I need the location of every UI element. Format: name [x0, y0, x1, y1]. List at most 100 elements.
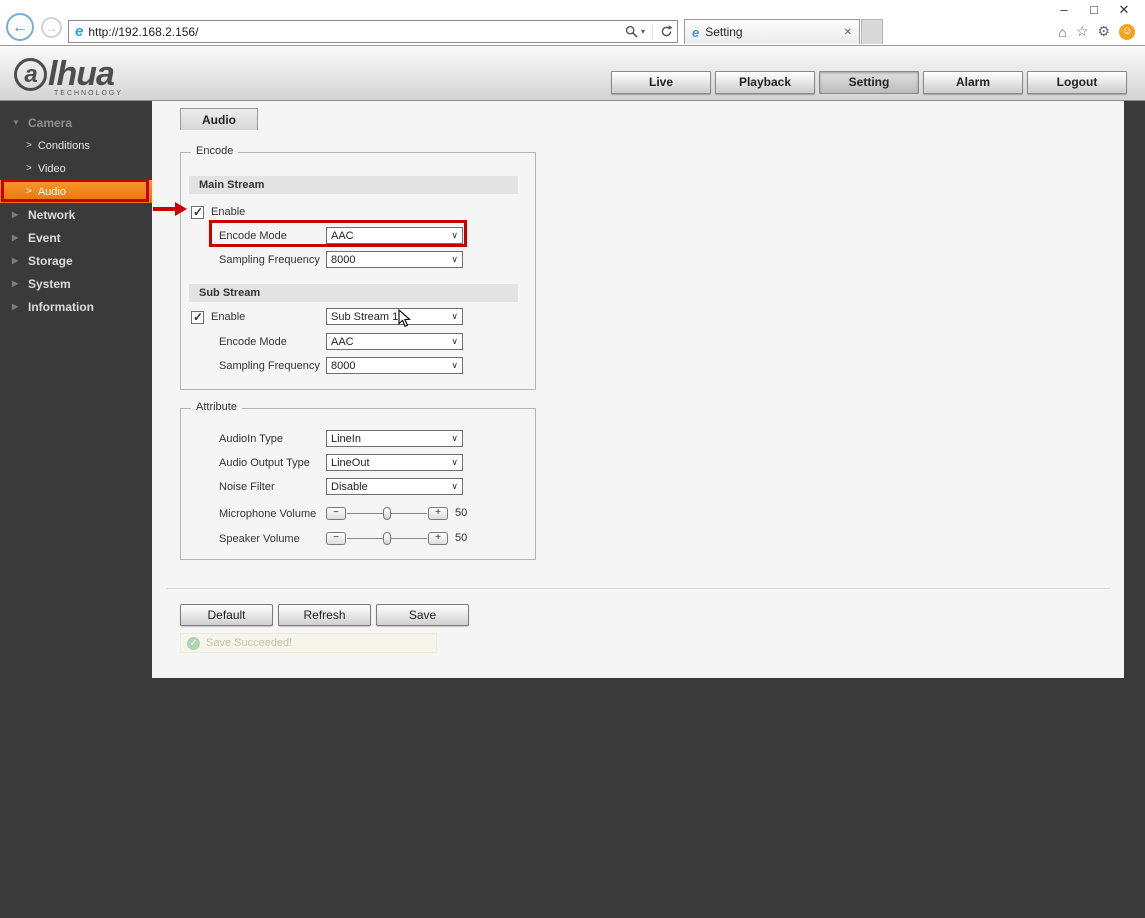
select-value: LineOut	[331, 457, 451, 469]
microphone-volume-row: Microphone Volume − + 50	[181, 505, 535, 523]
chevron-collapsed-icon: ▶	[12, 256, 21, 265]
noise-filter-select[interactable]: Disable ∨	[326, 478, 463, 495]
search-dropdown-icon[interactable]: ▾	[641, 27, 645, 36]
audioin-type-select[interactable]: LineIn ∨	[326, 430, 463, 447]
feedback-smiley-icon[interactable]: ☺	[1119, 24, 1135, 40]
sidebar-item-audio[interactable]: > Audio	[0, 180, 152, 203]
sidebar: ▼ Camera > Conditions > Video > Audio ▶ …	[0, 101, 152, 918]
audio-output-type-select[interactable]: LineOut ∨	[326, 454, 463, 471]
nav-alarm-button[interactable]: Alarm	[923, 71, 1023, 94]
nav-live-button[interactable]: Live	[611, 71, 711, 94]
tools-gear-icon[interactable]: ⚙	[1097, 23, 1110, 40]
speaker-volume-slider: − + 50	[326, 531, 467, 545]
attribute-legend: Attribute	[191, 401, 242, 413]
refresh-button[interactable]: Refresh	[278, 604, 371, 626]
default-button[interactable]: Default	[180, 604, 273, 626]
app-header: alhua TECHNOLOGY Live Playback Setting A…	[0, 46, 1145, 101]
chevron-down-icon: ∨	[451, 481, 458, 492]
minus-button[interactable]: −	[326, 507, 346, 520]
divider	[652, 24, 653, 40]
sub-sampling-frequency-select[interactable]: 8000 ∨	[326, 357, 463, 374]
toast-text: Save Succeeded!	[206, 637, 292, 649]
divider	[166, 588, 1110, 589]
chevron-collapsed-icon: ▶	[12, 233, 21, 242]
browser-tab[interactable]: e Setting ✕	[684, 19, 860, 44]
sidebar-item-network[interactable]: ▶ Network	[0, 203, 152, 226]
sampling-frequency-label: Sampling Frequency	[219, 254, 320, 266]
search-icon[interactable]	[625, 25, 638, 38]
top-nav: Live Playback Setting Alarm Logout	[611, 71, 1127, 94]
sub-encode-mode-select[interactable]: AAC ∨	[326, 333, 463, 350]
new-tab-button[interactable]	[861, 19, 883, 44]
tab-favicon-icon: e	[692, 25, 699, 40]
main-encode-mode-select[interactable]: AAC ∨	[326, 227, 463, 244]
nav-logout-button[interactable]: Logout	[1027, 71, 1127, 94]
audioin-type-label: AudioIn Type	[219, 433, 283, 445]
main-sampling-frequency-select[interactable]: 8000 ∨	[326, 251, 463, 268]
address-bar-controls: ▾	[625, 24, 673, 40]
child-prefix: >	[26, 140, 32, 151]
window-controls: – □ ✕	[1049, 1, 1139, 19]
sub-stream-header: Sub Stream	[189, 284, 518, 302]
forward-button[interactable]: →	[41, 17, 62, 38]
nav-setting-button[interactable]: Setting	[819, 71, 919, 94]
plus-button[interactable]: +	[428, 507, 448, 520]
close-button[interactable]: ✕	[1109, 1, 1139, 19]
sub-stream-select[interactable]: Sub Stream 1 ∨	[326, 308, 463, 325]
sidebar-item-label: Video	[38, 163, 66, 175]
main-stream-enable-row: ✓ Enable	[191, 204, 245, 220]
plus-button[interactable]: +	[428, 532, 448, 545]
sidebar-item-system[interactable]: ▶ System	[0, 272, 152, 295]
noise-filter-row: Noise Filter Disable ∨	[181, 478, 535, 496]
slider-track[interactable]	[347, 507, 427, 520]
sidebar-item-label: Camera	[28, 116, 72, 130]
sidebar-item-camera[interactable]: ▼ Camera	[0, 111, 152, 134]
slider-value: 50	[455, 532, 467, 544]
sidebar-item-conditions[interactable]: > Conditions	[0, 134, 152, 157]
sidebar-item-information[interactable]: ▶ Information	[0, 295, 152, 318]
main-encode-mode-row: Encode Mode AAC ∨	[181, 227, 535, 245]
logo-wordmark: alhua	[14, 55, 123, 94]
home-icon[interactable]: ⌂	[1058, 24, 1066, 40]
main-stream-header: Main Stream	[189, 176, 518, 194]
audio-output-type-label: Audio Output Type	[219, 457, 310, 469]
refresh-icon[interactable]	[660, 25, 673, 38]
save-succeeded-toast: ✓ Save Succeeded!	[180, 633, 437, 653]
check-icon: ✓	[193, 205, 203, 219]
logo-text: lhua	[48, 55, 114, 94]
select-value: Disable	[331, 481, 451, 493]
enable-label: Enable	[211, 206, 245, 218]
encode-legend: Encode	[191, 145, 238, 157]
sidebar-item-label: Storage	[28, 254, 73, 268]
sidebar-item-video[interactable]: > Video	[0, 157, 152, 180]
child-prefix: >	[26, 163, 32, 174]
slider-thumb[interactable]	[383, 532, 391, 545]
select-value: 8000	[331, 254, 451, 266]
minus-button[interactable]: −	[326, 532, 346, 545]
tab-close-icon[interactable]: ✕	[844, 27, 852, 38]
favorites-icon[interactable]: ☆	[1076, 23, 1089, 40]
maximize-button[interactable]: □	[1079, 1, 1109, 19]
sidebar-item-storage[interactable]: ▶ Storage	[0, 249, 152, 272]
slider-thumb[interactable]	[383, 507, 391, 520]
back-button[interactable]: ←	[6, 13, 34, 41]
sidebar-item-event[interactable]: ▶ Event	[0, 226, 152, 249]
sidebar-item-label: Event	[28, 231, 61, 245]
tab-title: Setting	[705, 25, 742, 39]
sub-sampling-frequency-row: Sampling Frequency 8000 ∨	[181, 357, 535, 375]
slider-track[interactable]	[347, 532, 427, 545]
nav-playback-button[interactable]: Playback	[715, 71, 815, 94]
address-bar[interactable]: e http://192.168.2.156/ ▾	[68, 20, 678, 43]
chevron-down-icon: ∨	[451, 254, 458, 265]
select-value: AAC	[331, 230, 451, 242]
select-value: Sub Stream 1	[331, 311, 451, 323]
encode-group: Encode Main Stream ✓ Enable Encode Mode …	[180, 152, 536, 390]
chevron-down-icon: ∨	[451, 360, 458, 371]
minimize-button[interactable]: –	[1049, 1, 1079, 19]
sidebar-item-label: Conditions	[38, 140, 90, 152]
save-button[interactable]: Save	[376, 604, 469, 626]
screen: – □ ✕ ← → e http://192.168.2.156/ ▾	[0, 0, 1145, 918]
tab-audio[interactable]: Audio	[180, 108, 258, 130]
main-stream-enable-checkbox[interactable]: ✓	[191, 206, 204, 219]
chevron-down-icon: ∨	[451, 433, 458, 444]
